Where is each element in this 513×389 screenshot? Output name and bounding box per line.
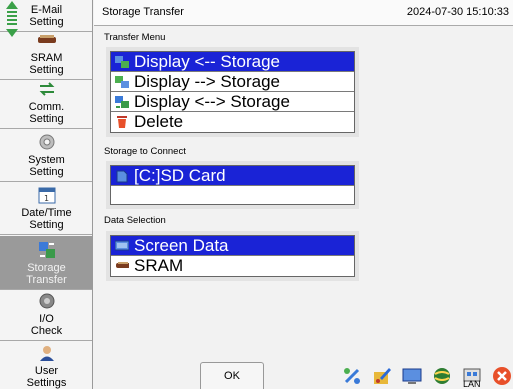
transfer-menu-label: Transfer Menu <box>104 32 166 43</box>
transfer-option-display-from-storage[interactable]: Display <-- Storage <box>111 52 354 72</box>
empty-row <box>111 186 354 204</box>
trash-icon <box>115 115 129 129</box>
ok-button[interactable]: OK <box>200 362 264 389</box>
sd-card-icon <box>115 169 129 183</box>
calendar-icon: 1 <box>37 187 57 204</box>
sidebar-item-system[interactable]: System Setting <box>0 130 92 182</box>
sidebar-item-user[interactable]: User Settings <box>0 342 92 389</box>
transfer-option-display-to-storage[interactable]: Display --> Storage <box>111 72 354 92</box>
user-icon <box>37 345 57 361</box>
transfer-menu-list: Display <-- Storage Display --> Storage … <box>106 47 359 137</box>
sidebar-item-label: E-Mail Setting <box>29 4 64 28</box>
data-option-label: Screen Data <box>134 235 229 255</box>
data-option-screen-data[interactable]: Screen Data <box>111 236 354 256</box>
sidebar-item-label: User Settings <box>26 365 67 389</box>
data-option-sram[interactable]: SRAM <box>111 256 354 276</box>
io-check-icon <box>37 293 57 309</box>
data-option-label: SRAM <box>134 256 184 275</box>
transfer-option-delete[interactable]: Delete <box>111 112 354 132</box>
sidebar-item-datetime[interactable]: 1 Date/Time Setting <box>0 183 92 235</box>
sidebar-item-label: System Setting <box>28 154 65 178</box>
data-selection-label: Data Selection <box>104 215 166 226</box>
sram-icon <box>115 259 129 273</box>
sidebar: E-Mail Setting SRAM Setting Comm. Settin… <box>0 0 93 389</box>
sidebar-item-io-check[interactable]: I/O Check <box>0 291 92 341</box>
sidebar-item-label: Date/Time Setting <box>21 207 72 231</box>
datetime-display: 2024-07-30 15:10:33 <box>406 6 509 18</box>
gear-icon <box>37 134 57 150</box>
display-to-storage-icon <box>115 75 129 89</box>
monitor-icon[interactable] <box>398 362 426 389</box>
sidebar-item-sram[interactable]: SRAM Setting <box>0 32 92 80</box>
transfer-option-label: Delete <box>134 112 184 131</box>
page-title: Storage Transfer <box>102 6 184 18</box>
sidebar-item-comm[interactable]: Comm. Setting <box>0 81 92 129</box>
lan-label: LAN <box>463 379 481 389</box>
sidebar-item-storage-transfer[interactable]: Storage Transfer <box>0 236 92 290</box>
storage-option-sd-card[interactable]: [C:]SD Card <box>111 166 354 186</box>
data-selection-list: Screen Data SRAM <box>106 231 359 281</box>
sidebar-item-label: Storage Transfer <box>26 262 67 286</box>
transfer-option-label: Display <-- Storage <box>134 51 280 71</box>
sidebar-item-label: Comm. Setting <box>28 101 65 125</box>
network-icon[interactable] <box>338 362 366 389</box>
svg-text:1: 1 <box>44 194 49 203</box>
storage-connect-label: Storage to Connect <box>104 146 186 157</box>
storage-option-label: [C:]SD Card <box>134 165 226 185</box>
storage-transfer-icon <box>37 242 57 258</box>
storage-connect-list: [C:]SD Card <box>106 161 359 209</box>
globe-icon[interactable] <box>428 362 456 389</box>
transfer-option-display-sync-storage[interactable]: Display <--> Storage <box>111 92 354 112</box>
sidebar-item-label: SRAM Setting <box>29 52 64 76</box>
transfer-option-label: Display <--> Storage <box>134 91 290 111</box>
sram-icon <box>37 32 57 48</box>
transfer-option-label: Display --> Storage <box>134 71 280 91</box>
close-icon[interactable] <box>488 362 513 389</box>
comm-icon <box>37 81 57 97</box>
display-from-storage-icon <box>115 55 129 69</box>
sidebar-item-label: I/O Check <box>30 313 63 337</box>
edit-icon[interactable] <box>368 362 396 389</box>
header-bar: Storage Transfer 2024-07-30 15:10:33 <box>94 0 513 26</box>
display-sync-storage-icon <box>115 95 129 109</box>
screen-data-icon <box>115 239 129 253</box>
